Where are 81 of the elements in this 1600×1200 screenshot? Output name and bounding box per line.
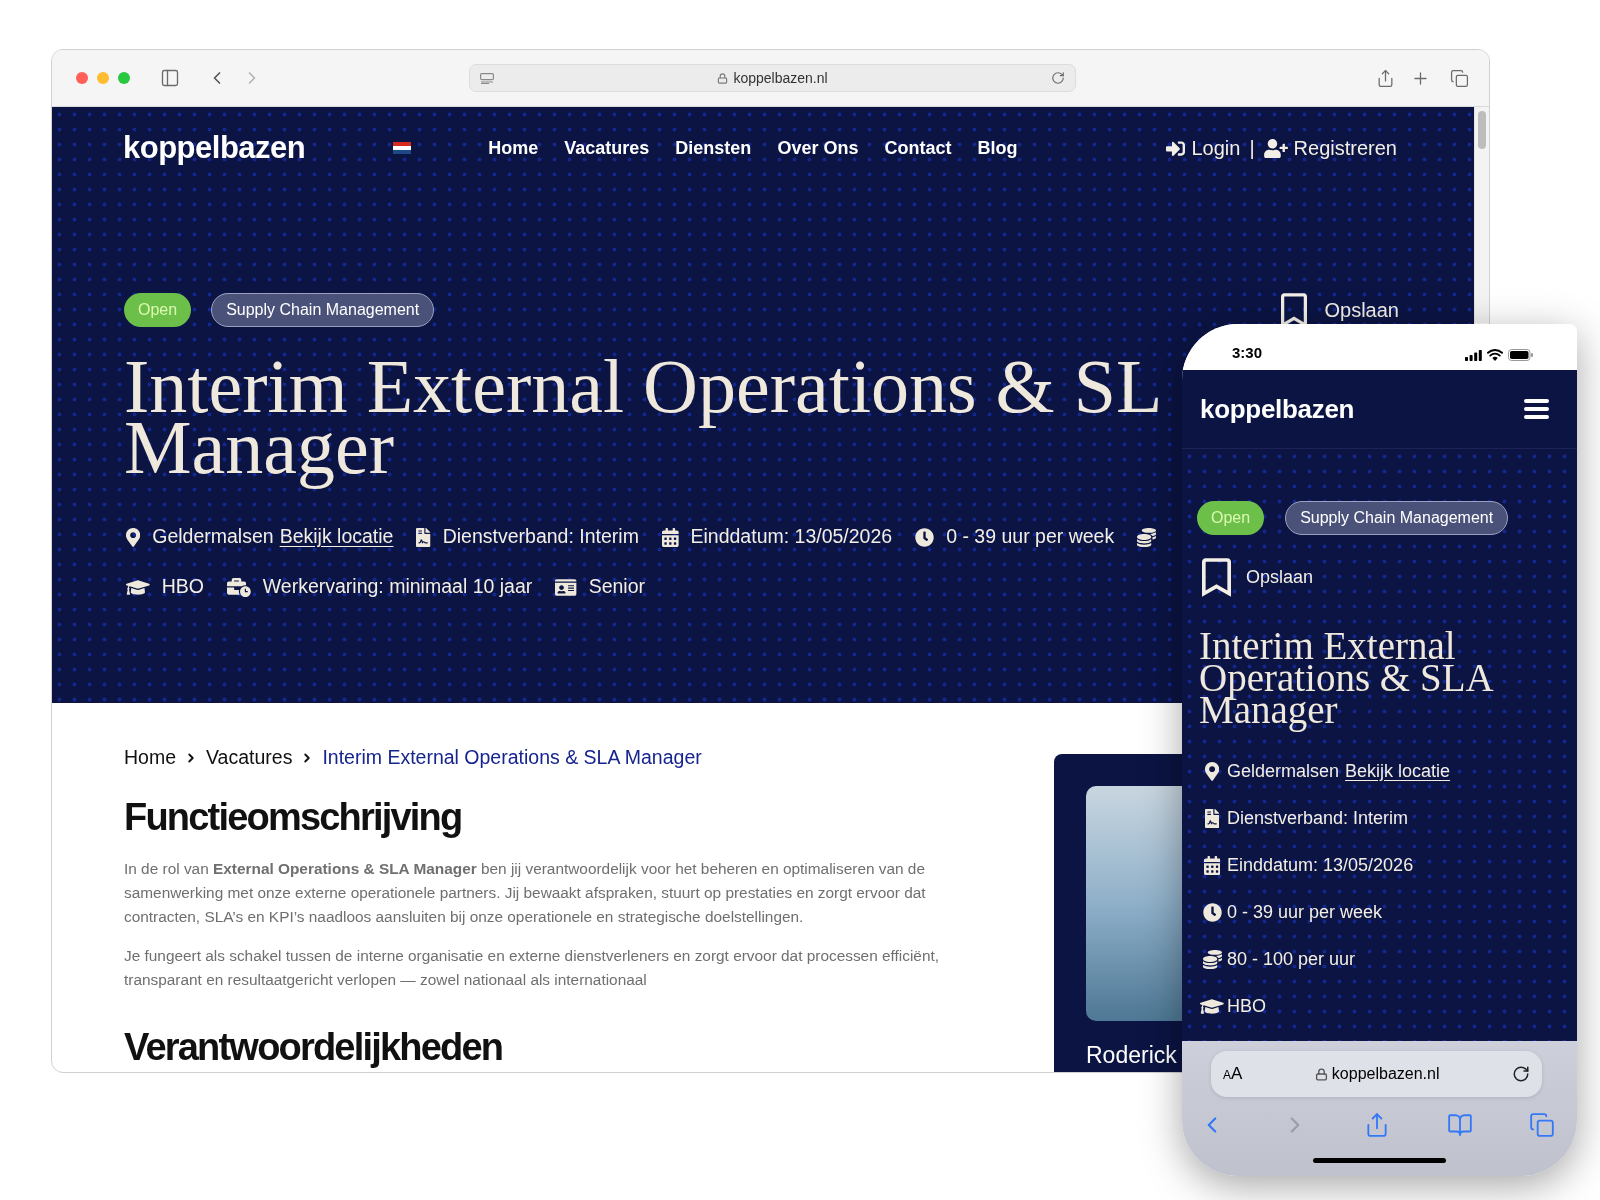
location-link[interactable]: Bekijk locatie xyxy=(279,522,394,552)
job-title: Interim External Operations & SLA Manager xyxy=(1199,625,1493,734)
job-detail-text: Geldermalsen xyxy=(152,524,274,550)
maximize-window-icon[interactable] xyxy=(118,72,130,84)
body-paragraph: Je fungeert als schakel tussen de interne organisatie en externe dienstverleners en zorgt ervoor dat processen efficiënt, transparant en resultaatgericht verlopen — zowel nationaal als internationaal xyxy=(124,946,941,990)
lock-icon xyxy=(717,72,729,84)
close-window-icon[interactable] xyxy=(76,72,88,84)
address-bar[interactable]: koppelbazen.nl xyxy=(469,64,1076,92)
location-pin-icon xyxy=(1204,761,1220,781)
sign-in-icon xyxy=(1166,138,1186,158)
breadcrumb-link[interactable]: Interim External Operations & SLA Manager xyxy=(322,743,702,773)
job-detail-text: 0 - 39 uur per week xyxy=(946,524,1115,550)
category-tag: Supply Chain Management xyxy=(211,293,435,327)
job-detail-text: Dienstverband: Interim xyxy=(442,524,639,550)
status-badge: Open xyxy=(124,293,192,327)
job-detail-text: Geldermalsen xyxy=(1227,759,1340,783)
job-detail-text: 0 - 39 uur per week xyxy=(1227,900,1383,924)
job-title: Interim External Operations & SL Manager xyxy=(124,350,1163,491)
minimize-window-icon[interactable] xyxy=(97,72,109,84)
menu-icon[interactable] xyxy=(1524,399,1549,419)
job-detail-text: HBO xyxy=(1227,994,1266,1018)
add-user-icon xyxy=(1263,138,1288,158)
job-detail-text: Einddatum: 13/05/2026 xyxy=(1227,853,1414,877)
location-pin-icon xyxy=(126,527,141,547)
coins-icon xyxy=(1202,949,1222,969)
site-logo[interactable]: koppelbazen xyxy=(1200,389,1355,429)
contact-name: Roderick xyxy=(1086,1040,1177,1070)
status-time: 3:30 xyxy=(1232,342,1263,363)
page-menu-icon[interactable] xyxy=(480,72,494,84)
nav-link[interactable]: Over Ons xyxy=(777,134,859,162)
document-icon xyxy=(1204,808,1220,828)
tabs-icon[interactable] xyxy=(1529,1112,1555,1138)
flag-icon[interactable] xyxy=(393,142,412,154)
status-badge: Open xyxy=(1197,501,1265,535)
reload-icon[interactable] xyxy=(1512,1065,1530,1083)
signal-icon xyxy=(1465,349,1482,361)
job-detail-text: Werkervaring: minimaal 10 jaar xyxy=(262,574,533,600)
clock-icon xyxy=(1202,902,1222,922)
lock-icon xyxy=(1314,1067,1328,1081)
document-icon xyxy=(416,527,431,547)
save-button[interactable]: Opslaan xyxy=(1202,558,1314,597)
calendar-icon xyxy=(1203,855,1221,875)
graduation-cap-icon xyxy=(1200,996,1224,1016)
section-heading: Functieomschrijving xyxy=(124,795,462,840)
job-detail-text: 80 - 100 per uur xyxy=(1227,947,1356,971)
job-detail-text: Einddatum: 13/05/2026 xyxy=(690,524,893,550)
sidebar-icon[interactable] xyxy=(160,68,180,88)
battery-icon xyxy=(1508,349,1533,361)
share-icon[interactable] xyxy=(1376,68,1395,88)
scrollbar-thumb[interactable] xyxy=(1478,111,1486,149)
job-detail-text: Dienstverband: Interim xyxy=(1227,806,1409,830)
wifi-icon xyxy=(1487,349,1503,361)
share-icon[interactable] xyxy=(1364,1112,1390,1138)
location-link[interactable]: Bekijk locatie xyxy=(1345,757,1451,785)
nav-link[interactable]: Diensten xyxy=(675,134,752,162)
nav-link[interactable]: Contact xyxy=(884,134,952,162)
category-tag: Supply Chain Management xyxy=(1285,501,1509,535)
text-size-button[interactable]: AA xyxy=(1223,1061,1243,1087)
site-logo[interactable]: koppelbazen xyxy=(123,124,306,172)
nav-link[interactable]: Blog xyxy=(977,134,1018,162)
section-heading: Verantwoordelijkheden xyxy=(124,1025,503,1070)
tabs-icon[interactable] xyxy=(1450,68,1469,88)
body-paragraph: In de rol van External Operations & SLA Manager ben jij verantwoordelijk voor het beheren en optimaliseren van de samenwerking met onze externe operationele partners. Jij bewaakt afspraken, stuurt op prestaties en zorgt ervoor dat contracten, SLA’s en KPI’s naadloos aansluiten bij onze operationele en strategische doelstellingen. xyxy=(124,859,927,927)
login-link[interactable]: Login xyxy=(1166,133,1241,163)
job-detail-text: HBO xyxy=(161,574,204,600)
clock-icon xyxy=(915,527,935,547)
id-card-icon xyxy=(555,577,577,597)
breadcrumb-link[interactable]: Home xyxy=(124,743,177,773)
register-link[interactable]: Registreren xyxy=(1263,133,1397,163)
graduation-cap-icon xyxy=(126,577,150,597)
calendar-icon xyxy=(661,527,679,547)
nav-link[interactable]: Home xyxy=(488,134,539,162)
breadcrumb-link[interactable]: Vacatures xyxy=(206,743,293,773)
coins-icon xyxy=(1137,527,1157,547)
briefcase-clock-icon xyxy=(227,577,251,597)
book-icon[interactable] xyxy=(1446,1112,1473,1138)
address-bar[interactable]: AA koppelbazen.nl xyxy=(1211,1051,1542,1097)
bookmark-icon xyxy=(1202,558,1231,597)
nav-link[interactable]: Vacatures xyxy=(564,134,650,162)
separator-text: | xyxy=(1249,136,1255,161)
job-detail-text: Senior xyxy=(588,574,645,600)
